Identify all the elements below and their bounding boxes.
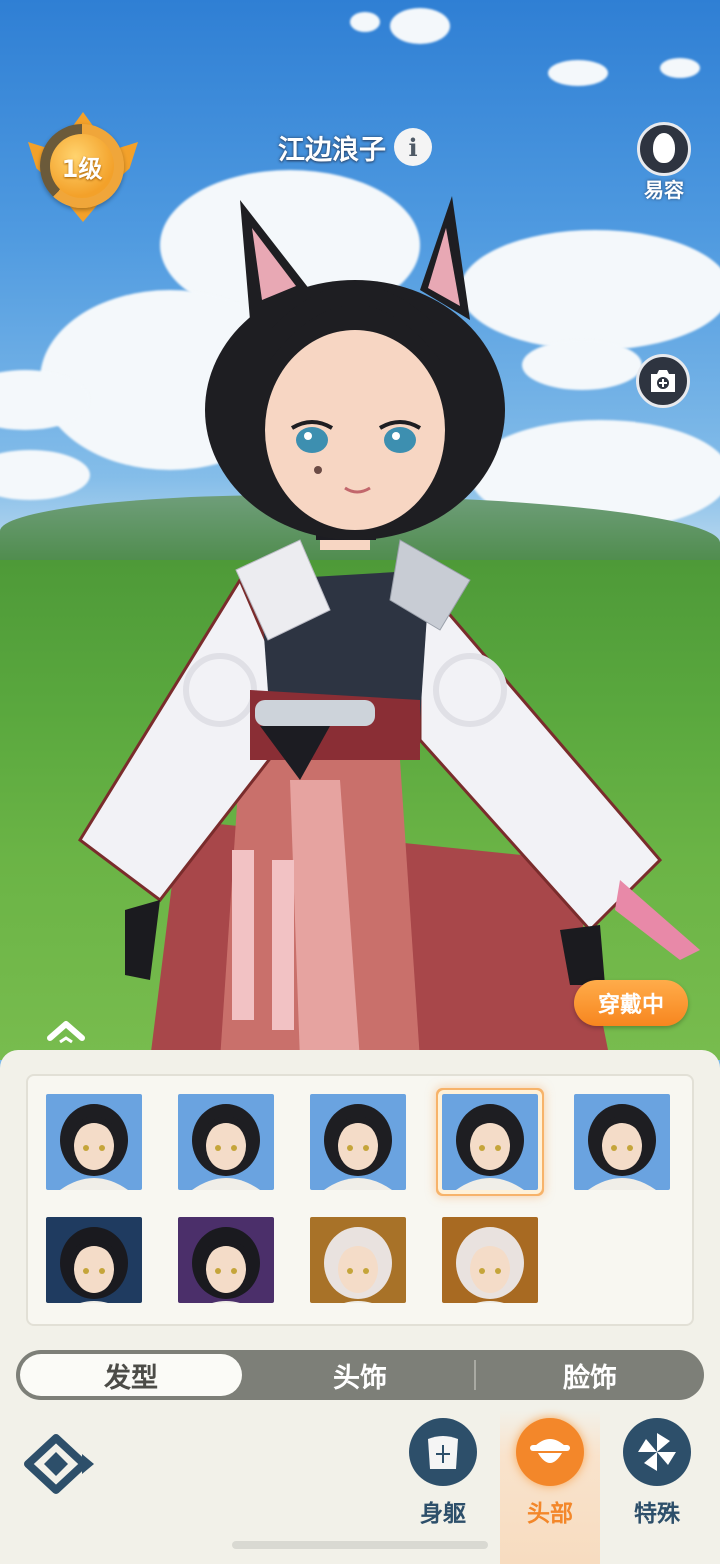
tab-hairstyle[interactable]: 发型 [20,1354,242,1396]
home-indicator[interactable] [232,1541,488,1549]
category-label: 身躯 [420,1501,466,1527]
hairstyle-thumbnail[interactable] [310,1217,406,1303]
wearing-status-button[interactable]: 穿戴中 [574,980,688,1026]
camera-button[interactable] [636,354,690,408]
level-badge[interactable]: 1级 [28,112,138,222]
category-label: 头部 [527,1501,573,1527]
character-name: 江边浪子 [278,134,386,166]
face-mask-icon [637,122,691,176]
hairstyle-thumbnail[interactable] [46,1094,142,1190]
category-label: 特殊 [634,1501,680,1527]
tab-headwear[interactable]: 头饰 [246,1350,474,1400]
head-icon [516,1418,584,1486]
hairstyle-thumbnail[interactable] [574,1094,670,1190]
hairstyle-thumbnail[interactable] [178,1217,274,1303]
info-icon[interactable]: i [394,128,432,166]
hairstyle-thumbnail[interactable] [178,1094,274,1190]
customization-panel: 发型 头饰 脸饰 身躯 头部 特殊 [0,1050,720,1564]
tab-face-accessory[interactable]: 脸饰 [476,1350,704,1400]
category-special[interactable]: 特殊 [607,1410,707,1564]
appearance-button[interactable]: 易容 [632,122,696,203]
hairstyle-thumbnail[interactable] [438,1090,542,1194]
appearance-label: 易容 [644,178,684,202]
category-head[interactable]: 头部 [500,1410,600,1564]
hairstyle-thumbnail[interactable] [442,1217,538,1303]
hairstyle-thumbnail[interactable] [310,1094,406,1190]
pinwheel-icon [623,1418,691,1486]
level-label: 1级 [50,134,114,198]
diamond-logo-icon[interactable] [24,1434,98,1494]
chevron-up-icon[interactable] [46,1018,86,1046]
hairstyle-grid [26,1074,694,1326]
torso-icon [409,1418,477,1486]
subcategory-tabs: 发型 头饰 脸饰 [16,1350,704,1400]
camera-plus-icon [651,370,675,392]
character-name-row: 江边浪子 i [278,128,432,166]
hairstyle-thumbnail[interactable] [46,1217,142,1303]
character-preview-scene[interactable]: 1级 江边浪子 i 易容 穿戴中 [0,0,720,1060]
